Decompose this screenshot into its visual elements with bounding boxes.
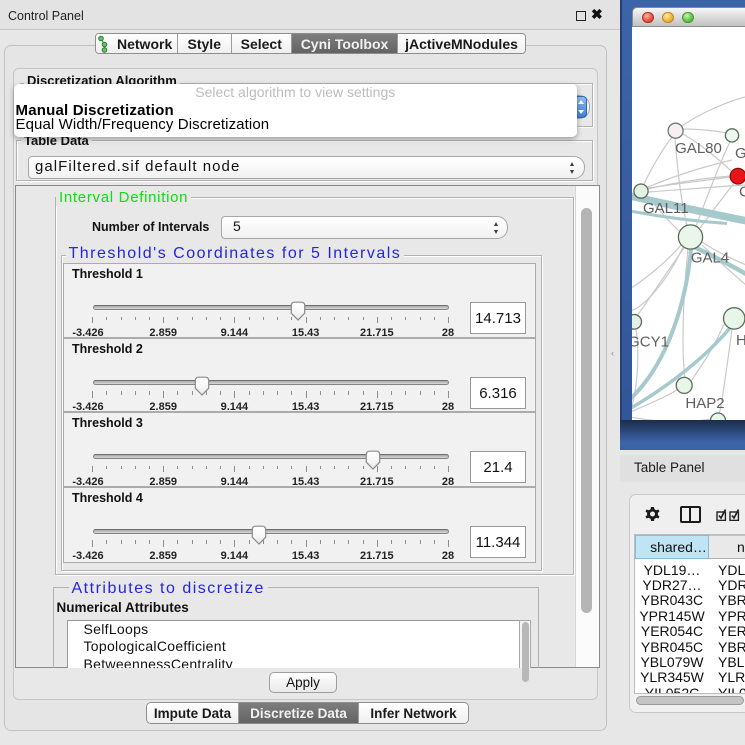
svg-text:HAP2: HAP2 [685, 395, 724, 412]
svg-text:GAL4: GAL4 [691, 249, 729, 266]
svg-text:C: C [739, 183, 745, 200]
svg-text:GCY1: GCY1 [632, 333, 669, 350]
svg-text:H: H [736, 332, 745, 349]
svg-text:GAL11: GAL11 [643, 200, 689, 217]
svg-text:GA: GA [735, 145, 745, 162]
svg-text:GAL80: GAL80 [675, 139, 722, 156]
